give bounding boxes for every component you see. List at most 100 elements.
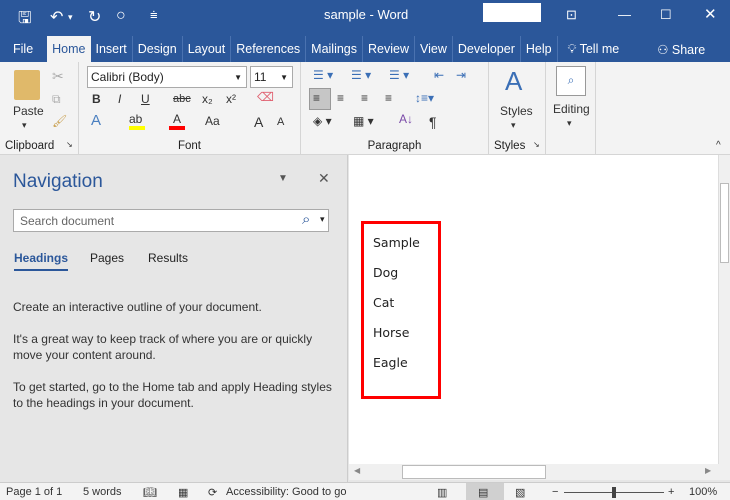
font-size-select[interactable]: 11 ▼ [250, 66, 293, 88]
nav-tab-headings[interactable]: Headings [14, 251, 69, 271]
nav-close-icon[interactable]: ✕ [318, 170, 330, 187]
align-center-icon[interactable]: ≡ [337, 91, 344, 105]
paste-icon[interactable] [14, 70, 40, 100]
styles-dropdown-icon[interactable]: ▾ [511, 120, 516, 131]
styles-launcher-icon[interactable]: ↘ [533, 140, 540, 149]
nav-tab-pages[interactable]: Pages [90, 251, 124, 265]
tab-help[interactable]: Help [521, 36, 558, 62]
page-count[interactable]: Page 1 of 1 [6, 486, 62, 498]
paste-button[interactable]: Paste [13, 104, 44, 118]
zoom-out-icon[interactable]: − [552, 486, 558, 498]
zoom-level[interactable]: 100% [689, 486, 717, 498]
justify-icon[interactable]: ≡ [385, 91, 392, 105]
vertical-scrollbar[interactable] [718, 155, 730, 464]
format-painter-icon[interactable]: 🖌︎ [52, 114, 67, 128]
strikethrough-button[interactable]: abc [173, 93, 191, 105]
undo-icon[interactable]: ↶ [50, 7, 63, 27]
tab-layout[interactable]: Layout [183, 36, 232, 62]
numbering-icon[interactable]: ☰ ▾ [351, 68, 371, 82]
shading-icon[interactable]: ◈ ▾ [313, 114, 332, 128]
bullets-icon[interactable]: ☰ ▾ [313, 68, 333, 82]
clipboard-launcher-icon[interactable]: ↘ [66, 140, 73, 149]
underline-button[interactable]: U [141, 92, 150, 106]
styles-button[interactable]: Styles [500, 104, 533, 118]
scroll-left-icon[interactable]: ◀ [354, 466, 360, 475]
tell-me[interactable]: 💡︎ Tell me [558, 36, 625, 62]
horizontal-scroll-thumb[interactable] [402, 465, 546, 479]
customize-qat-icon[interactable]: ⩧ [150, 7, 158, 23]
tab-mailings[interactable]: Mailings [306, 36, 364, 62]
tab-home[interactable]: Home [47, 36, 91, 62]
cut-icon[interactable]: ✂ [52, 68, 64, 85]
macro-icon[interactable]: ▦ [178, 486, 188, 499]
sort-icon[interactable]: A↓ [399, 112, 413, 126]
nav-options-icon[interactable]: ▼ [278, 173, 288, 184]
minimize-icon[interactable]: — [618, 7, 631, 22]
borders-icon[interactable]: ▦ ▾ [353, 114, 374, 128]
redo-icon[interactable]: ↻ [88, 7, 101, 27]
tab-references[interactable]: References [231, 36, 307, 62]
align-right-icon[interactable]: ≡ [361, 91, 368, 105]
tab-design[interactable]: Design [133, 36, 183, 62]
ribbon-display-icon[interactable]: ⊡ [566, 7, 577, 23]
highlight-color-icon[interactable]: ab [129, 112, 145, 130]
tab-insert[interactable]: Insert [91, 36, 133, 62]
italic-button[interactable]: I [118, 92, 121, 106]
tab-file[interactable]: File [8, 36, 47, 62]
tab-developer[interactable]: Developer [453, 36, 521, 62]
font-size-value: 11 [254, 70, 267, 84]
collapse-ribbon-icon[interactable]: ^ [716, 140, 721, 151]
search-dropdown-icon[interactable]: ▾ [320, 214, 325, 225]
word-count[interactable]: 5 words [83, 486, 122, 498]
paragraph-group: ☰ ▾ ☰ ▾ ☰ ▾ ⇤ ⇥ ≡ ≡ ≡ ≡ ↕≡▾ ◈ ▾ ▦ ▾ A↓ ¶… [301, 62, 489, 154]
line-spacing-icon[interactable]: ↕≡▾ [415, 91, 434, 105]
document-page[interactable]: Sample Dog Cat Horse Eagle [349, 155, 718, 464]
circle-icon[interactable]: ○ [116, 7, 126, 25]
editing-dropdown-icon[interactable]: ▾ [567, 118, 572, 129]
search-document-input[interactable]: Search document ⌕ ▾ [13, 209, 329, 232]
change-case-button[interactable]: Aa [205, 114, 220, 128]
zoom-slider-thumb[interactable] [612, 487, 616, 498]
paste-dropdown-icon[interactable]: ▾ [22, 120, 27, 131]
read-mode-icon[interactable]: ▥ [437, 486, 447, 499]
document-line: Cat [373, 295, 395, 310]
share-button[interactable]: ⚇ Share [652, 36, 710, 62]
font-name-select[interactable]: Calibri (Body) ▼ [87, 66, 247, 88]
save-icon[interactable]: 🖫 [18, 7, 32, 34]
proofing-icon[interactable]: 📖︎ [143, 486, 157, 499]
editing-button[interactable]: Editing [553, 102, 590, 116]
zoom-in-icon[interactable]: + [668, 486, 674, 498]
vertical-scroll-thumb[interactable] [720, 183, 729, 263]
close-icon[interactable]: ✕ [704, 5, 717, 23]
search-icon[interactable]: ⌕ [302, 211, 310, 228]
account-box[interactable] [483, 3, 541, 22]
shrink-font-button[interactable]: A [277, 116, 284, 128]
accessibility-icon[interactable]: ⟳ [208, 486, 217, 499]
show-formatting-button[interactable]: ¶ [429, 114, 437, 130]
styles-icon[interactable]: A [505, 66, 522, 97]
font-label: Font [177, 140, 201, 152]
decrease-indent-icon[interactable]: ⇤ [434, 68, 444, 82]
accessibility-status[interactable]: Accessibility: Good to go [226, 486, 346, 498]
undo-dropdown-icon[interactable]: ▾ [68, 12, 73, 23]
text-effects-icon[interactable]: A [91, 112, 101, 129]
tab-view[interactable]: View [415, 36, 453, 62]
superscript-button[interactable]: x² [226, 92, 236, 106]
subscript-button[interactable]: x₂ [202, 92, 213, 106]
scroll-right-icon[interactable]: ▶ [705, 466, 711, 475]
clear-formatting-icon[interactable]: ⌫ [257, 90, 274, 104]
font-color-icon[interactable]: A [169, 112, 185, 130]
tab-review[interactable]: Review [363, 36, 416, 62]
bold-button[interactable]: B [92, 92, 101, 106]
web-layout-icon[interactable]: ▧ [515, 486, 525, 499]
search-icon[interactable]: ⌕ [556, 66, 586, 96]
multilevel-list-icon[interactable]: ☰ ▾ [389, 68, 409, 82]
copy-icon[interactable]: ⧉ [52, 92, 61, 107]
person-add-icon: ⚇ [657, 43, 672, 57]
increase-indent-icon[interactable]: ⇥ [456, 68, 466, 82]
lightbulb-icon: 💡︎ [567, 42, 580, 56]
nav-tab-results[interactable]: Results [148, 251, 188, 265]
grow-font-button[interactable]: A [254, 114, 263, 130]
maximize-icon[interactable]: ☐ [660, 7, 672, 23]
horizontal-scrollbar[interactable]: ◀ ▶ [349, 464, 730, 480]
